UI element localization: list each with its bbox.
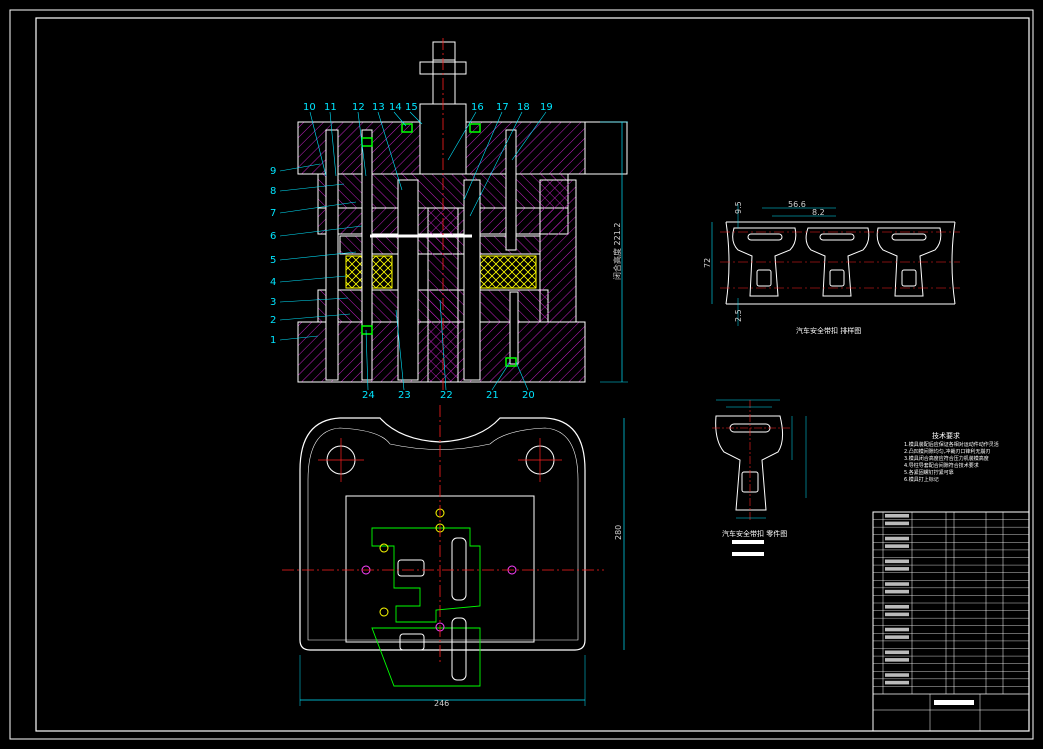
part-number-21: 21 <box>486 390 499 401</box>
note-line-2: 2.凸凹模间隙均匀,冲裁刃口锋利无崩刃 <box>904 448 990 455</box>
bom-cell-fill <box>885 650 909 655</box>
cad-drawing-canvas: 闭合高度 221.2 1 2 3 4 5 6 7 8 9 10 11 12 13… <box>9 9 1034 740</box>
part-number-24: 24 <box>362 390 375 401</box>
strip-top-dimension: 9.5 <box>734 201 743 214</box>
notes-heading: 技术要求 <box>932 431 960 440</box>
part-numbers-bottom: 24 23 22 21 20 <box>362 390 535 401</box>
title-block-name-bar <box>934 700 974 705</box>
part-number-20: 20 <box>522 390 535 401</box>
part-number-16: 16 <box>471 102 484 113</box>
plan-view <box>282 405 625 706</box>
technical-notes: 技术要求 1.模具装配后应保证各相对运动件动作灵活 2.凸凹模间隙均匀,冲裁刃口… <box>904 431 999 483</box>
bom-cell-fill <box>885 514 909 518</box>
part-number-2: 2 <box>270 315 276 326</box>
part-number-19: 19 <box>540 102 553 113</box>
assembly-height-dimension: 闭合高度 221.2 <box>612 223 622 280</box>
bom-cell-fill <box>885 589 909 594</box>
bom-cell-fill <box>885 521 909 526</box>
bom-cell-fill <box>885 582 909 586</box>
bom-cell-fill <box>885 635 909 639</box>
note-line-6: 6.模具打上标记 <box>904 476 939 483</box>
part-number-22: 22 <box>440 390 453 401</box>
bom-cell-fill <box>885 680 909 685</box>
strip-layout-caption: 汽车安全带扣 排样图 <box>796 326 861 335</box>
part-number-14: 14 <box>389 102 402 113</box>
note-line-5: 5.各紧固螺钉拧紧可靠 <box>904 469 954 476</box>
strip-layout-view <box>711 204 960 326</box>
bom-cell-fill <box>885 544 909 548</box>
strip-height-dimension: 72 <box>703 258 712 268</box>
part-number-9: 9 <box>270 166 276 177</box>
part-number-4: 4 <box>270 277 276 288</box>
plan-height-dimension: 280 <box>614 525 623 540</box>
part-number-10: 10 <box>303 102 316 113</box>
part-number-11: 11 <box>324 102 337 113</box>
part-number-7: 7 <box>270 208 276 219</box>
part-drawing-view <box>712 399 807 520</box>
part-number-1: 1 <box>270 335 276 346</box>
bom-cell-fill <box>885 559 909 564</box>
part-number-6: 6 <box>270 231 276 242</box>
bom-cell-fill <box>885 536 909 541</box>
strip-bottom-dimension: 2.5 <box>734 309 743 322</box>
caption-underline <box>732 540 764 544</box>
bom-cell-fill <box>885 567 909 571</box>
part-number-13: 13 <box>372 102 385 113</box>
bom-cell-fill <box>885 605 909 609</box>
bom-rows <box>873 514 1029 687</box>
note-line-4: 4.导柱导套配合间隙符合技术要求 <box>904 462 979 469</box>
part-number-12: 12 <box>352 102 365 113</box>
part-number-8: 8 <box>270 186 276 197</box>
strip-sub-dimension: 8.2 <box>812 208 825 217</box>
assembly-section-view <box>297 38 628 392</box>
note-line-3: 3.模具闭合高度应符合压力机装模高度 <box>904 455 989 462</box>
plan-width-dimension: 246 <box>434 699 449 708</box>
part-number-15: 15 <box>405 102 418 113</box>
part-drawing-caption: 汽车安全带扣 零件图 <box>722 529 787 538</box>
bom-cell-fill <box>885 658 909 662</box>
note-line-1: 1.模具装配后应保证各相对运动件动作灵活 <box>904 441 999 448</box>
part-number-23: 23 <box>398 390 411 401</box>
part-number-17: 17 <box>496 102 509 113</box>
bom-cell-fill <box>885 673 909 677</box>
part-number-3: 3 <box>270 297 276 308</box>
part-numbers-left: 1 2 3 4 5 6 7 8 9 <box>270 166 276 346</box>
bom-cell-fill <box>885 612 909 617</box>
part-number-18: 18 <box>517 102 530 113</box>
bom-cell-fill <box>885 627 909 632</box>
caption-underline-2 <box>732 552 764 556</box>
strip-pitch-dimension: 56.6 <box>788 200 806 209</box>
part-number-5: 5 <box>270 255 276 266</box>
